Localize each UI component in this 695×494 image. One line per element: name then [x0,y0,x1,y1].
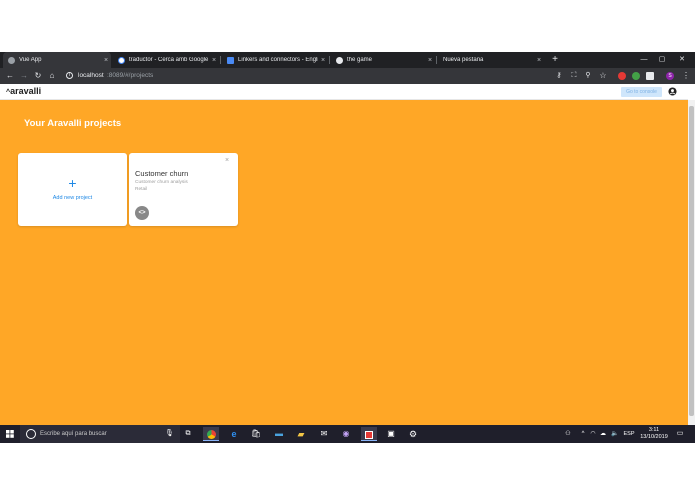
tab-google-search[interactable]: traductor - Cerca amb Google × [113,52,219,68]
tab-close-icon[interactable]: × [534,57,544,64]
add-project-label: Add new project [52,195,93,201]
tab-divider [436,56,437,64]
tab-title: the game [347,57,373,63]
chrome-icon[interactable] [203,427,219,441]
reload-icon[interactable]: ↻ [32,68,44,84]
tab-divider [220,56,221,64]
cortana-icon [26,429,36,439]
back-icon[interactable]: ← [4,68,16,84]
globe-icon [8,56,15,64]
tab-close-icon[interactable]: × [101,57,111,64]
settings-gear-icon[interactable]: ⚙ [405,427,421,441]
tab-title: traductor - Cerca amb Google [129,57,209,63]
extension-icon[interactable] [646,72,654,80]
google-icon [118,56,125,64]
add-project-card[interactable]: + Add new project [18,153,127,226]
bookmark-star-icon[interactable]: ☆ [597,68,609,84]
home-icon[interactable]: ⌂ [46,68,58,84]
globe-icon [336,56,343,64]
key-icon[interactable]: ⚷ [553,68,565,84]
clock-date[interactable]: 13/10/2019 [638,434,670,440]
language-indicator[interactable]: ESP [622,425,636,443]
tab-title: Linkers and connectors - English [238,57,318,63]
profile-avatar[interactable]: S [666,72,674,80]
windows-start-icon[interactable] [4,425,16,443]
info-icon[interactable]: i [66,72,73,79]
project-tag: Retail [135,187,148,192]
taskbar-search[interactable]: Escribe aquí para buscar 🎙 [20,425,180,443]
tab-title: Nueva pestaña [443,57,484,63]
app-header: ^aravalli Go to console [0,84,688,100]
task-view-icon[interactable]: ⧉ [180,427,196,441]
tab-close-icon[interactable]: × [318,57,328,64]
notifications-icon[interactable]: ▭ [674,425,686,443]
people-icon[interactable]: ⚇ [562,425,574,443]
page-title: Your Aravalli projects [24,118,122,129]
close-icon[interactable]: × [225,157,229,164]
zoom-icon[interactable]: ⚲ [582,68,594,84]
url-host: localhost [78,72,104,79]
scrollbar[interactable] [688,100,695,425]
window-close-button[interactable]: ✕ [673,52,691,68]
new-tab-button[interactable]: + [546,52,564,68]
project-name: Customer churn [135,169,189,178]
projects-page: Your Aravalli projects + Add new project… [0,100,688,425]
tab-new-tab[interactable]: Nueva pestaña × [438,52,544,68]
forward-icon[interactable]: → [18,68,30,84]
edge-icon[interactable]: e [226,427,242,441]
tab-close-icon[interactable]: × [425,57,435,64]
extension-icon[interactable] [618,72,626,80]
account-icon[interactable] [668,87,677,96]
microphone-icon[interactable]: 🎙 [165,425,174,443]
browser-toolbar: ← → ↻ ⌂ i localhost :8089/#/projects ⚷ ⛶… [0,68,695,84]
tab-the-game[interactable]: the game × [331,52,435,68]
app-logo[interactable]: ^aravalli [6,86,41,96]
tab-divider [329,56,330,64]
screen: Vue App × traductor - Cerca amb Google ×… [0,0,695,494]
extension-icon[interactable] [632,72,640,80]
url-path: :8089/#/projects [107,72,154,79]
app-icon[interactable] [361,427,377,441]
minimize-button[interactable]: — [635,52,653,68]
maximize-button[interactable]: ▢ [653,52,671,68]
cloud-icon[interactable]: ☁ [598,425,608,443]
browser-tab-strip: Vue App × traductor - Cerca amb Google ×… [0,52,695,68]
chevron-up-icon[interactable]: ^ [578,425,588,443]
logo-text: aravalli [10,86,42,96]
scrollbar-thumb[interactable] [689,106,694,416]
photos-icon[interactable]: ▬ [271,427,287,441]
project-card[interactable]: × Customer churn Customer churn analysis… [129,153,238,226]
menu-dots-icon[interactable]: ⋮ [680,68,692,84]
code-icon[interactable]: <> [135,206,149,220]
media-player-icon[interactable]: ◉ [338,427,354,441]
address-bar[interactable]: i localhost :8089/#/projects [62,69,607,83]
go-to-console-button[interactable]: Go to console [621,87,662,97]
mail-icon[interactable]: ✉ [316,427,332,441]
windows-taskbar: Escribe aquí para buscar 🎙 ⧉ e 🛍 ▬ ▰ ✉ ◉… [0,425,695,443]
clock-time[interactable]: 3:11 [638,427,670,433]
network-icon[interactable]: ◠ [588,425,598,443]
store-icon[interactable]: 🛍 [248,427,264,441]
tab-linkers[interactable]: Linkers and connectors - English × [222,52,328,68]
file-explorer-icon[interactable]: ▰ [293,427,309,441]
volume-icon[interactable]: 🔈 [609,425,621,443]
plus-icon: + [68,175,77,191]
tab-title: Vue App [19,57,42,63]
project-description: Customer churn analysis [135,180,188,185]
tab-vue-app[interactable]: Vue App × [3,52,111,68]
notes-icon[interactable]: ▣ [383,427,399,441]
taskbar-search-input[interactable]: Escribe aquí para buscar [40,425,107,443]
translate-icon[interactable]: ⛶ [568,68,580,84]
tab-close-icon[interactable]: × [209,57,219,64]
page-icon [227,56,234,64]
